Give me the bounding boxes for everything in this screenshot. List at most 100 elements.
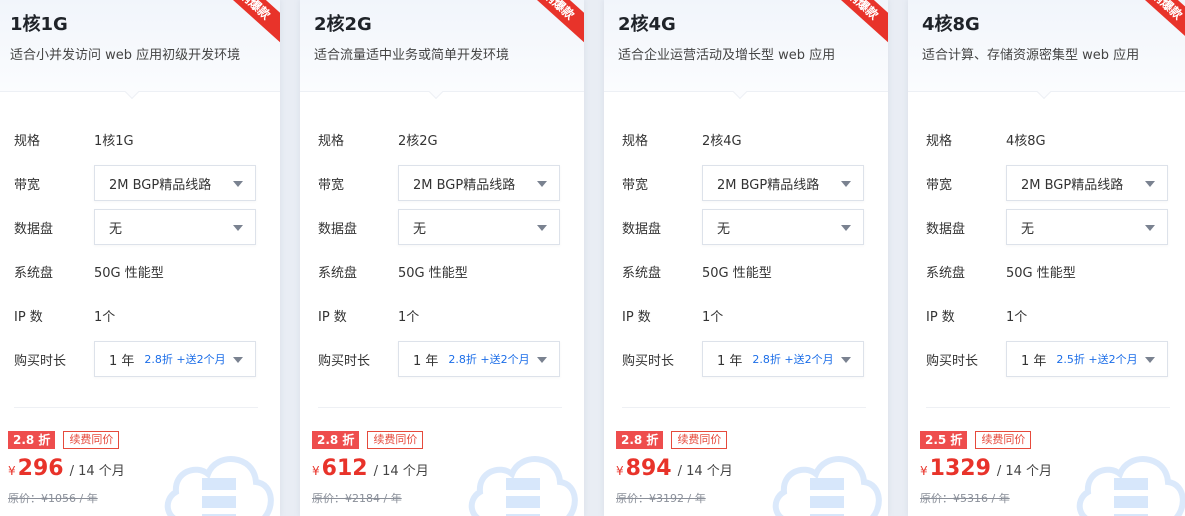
chevron-down-icon bbox=[233, 181, 243, 187]
discount-badge: 2.8 折 bbox=[616, 431, 664, 449]
spec-label: 规格 bbox=[622, 133, 649, 149]
bandwidth-select[interactable]: 2M BGP精品线路 bbox=[1006, 165, 1168, 201]
bandwidth-select[interactable]: 2M BGP精品线路 bbox=[702, 165, 864, 201]
price-period: / 14 个月 bbox=[677, 464, 733, 479]
duration-row: 购买时长 1 年 2.8折 +送2个月 bbox=[318, 341, 566, 377]
disk-row: 数据盘 无 bbox=[318, 209, 566, 245]
bandwidth-select[interactable]: 2M BGP精品线路 bbox=[398, 165, 560, 201]
price-period: / 14 个月 bbox=[69, 464, 125, 479]
spec-row: 规格 4核8G bbox=[926, 121, 1174, 157]
renew-badge: 续费同价 bbox=[63, 431, 120, 449]
card-header: 4核8G 适合计算、存储资源密集型 web 应用 销爆款 bbox=[908, 0, 1185, 100]
chevron-down-icon bbox=[841, 225, 851, 231]
duration-row: 购买时长 1 年 2.8折 +送2个月 bbox=[622, 341, 870, 377]
header-notch bbox=[732, 84, 748, 100]
card-description: 适合小并发访问 web 应用初级开发环境 bbox=[10, 48, 241, 63]
spec-value: 2核2G bbox=[398, 133, 438, 149]
disk-label: 数据盘 bbox=[622, 221, 662, 237]
card-description: 适合企业运营活动及增长型 web 应用 bbox=[618, 48, 836, 63]
card-description: 适合流量适中业务或简单开发环境 bbox=[314, 48, 510, 63]
duration-label: 购买时长 bbox=[318, 353, 371, 369]
duration-selected: 1 年 bbox=[413, 353, 439, 369]
price: ¥ 296 / 14 个月 bbox=[8, 456, 125, 481]
spec-value: 1核1G bbox=[94, 133, 134, 149]
ip-value: 1个 bbox=[702, 309, 724, 325]
price: ¥ 1329 / 14 个月 bbox=[920, 456, 1052, 481]
chevron-down-icon bbox=[537, 181, 547, 187]
system-disk-value: 50G 性能型 bbox=[1006, 265, 1076, 281]
disk-select[interactable]: 无 bbox=[94, 209, 256, 245]
chevron-down-icon bbox=[1145, 225, 1155, 231]
ip-value: 1个 bbox=[94, 309, 116, 325]
product-card: 2核4G 适合企业运营活动及增长型 web 应用 销爆款 规格 2核4G 带宽 … bbox=[604, 0, 888, 516]
system-disk-label: 系统盘 bbox=[622, 265, 662, 281]
card-header: 2核2G 适合流量适中业务或简单开发环境 销爆款 bbox=[300, 0, 584, 100]
card-title: 4核8G bbox=[922, 14, 980, 35]
cloud-server-icon bbox=[468, 456, 578, 516]
hot-sale-ribbon: 销爆款 bbox=[1118, 0, 1185, 50]
price-period: / 14 个月 bbox=[373, 464, 429, 479]
card-title: 2核2G bbox=[314, 14, 372, 35]
hot-sale-ribbon: 销爆款 bbox=[814, 0, 888, 50]
spec-label: 规格 bbox=[926, 133, 953, 149]
duration-promo: 2.8折 +送2个月 bbox=[448, 353, 530, 366]
chevron-down-icon bbox=[233, 357, 243, 363]
system-disk-row: 系统盘 50G 性能型 bbox=[14, 253, 262, 289]
disk-select[interactable]: 无 bbox=[1006, 209, 1168, 245]
ip-value: 1个 bbox=[1006, 309, 1028, 325]
duration-selected: 1 年 bbox=[717, 353, 743, 369]
ip-row: IP 数 1个 bbox=[622, 297, 870, 333]
bandwidth-row: 带宽 2M BGP精品线路 bbox=[14, 165, 262, 201]
card-header: 1核1G 适合小并发访问 web 应用初级开发环境 销爆款 bbox=[0, 0, 280, 100]
spec-label: 规格 bbox=[318, 133, 345, 149]
duration-select[interactable]: 1 年 2.8折 +送2个月 bbox=[94, 341, 256, 377]
duration-row: 购买时长 1 年 2.5折 +送2个月 bbox=[926, 341, 1174, 377]
spec-row: 规格 2核4G bbox=[622, 121, 870, 157]
bandwidth-selected: 2M BGP精品线路 bbox=[413, 177, 516, 193]
duration-select[interactable]: 1 年 2.8折 +送2个月 bbox=[702, 341, 864, 377]
system-disk-row: 系统盘 50G 性能型 bbox=[622, 253, 870, 289]
spec-value: 4核8G bbox=[1006, 133, 1046, 149]
card-title: 1核1G bbox=[10, 14, 68, 35]
currency-symbol: ¥ bbox=[920, 464, 928, 478]
ip-row: IP 数 1个 bbox=[14, 297, 262, 333]
duration-select[interactable]: 1 年 2.8折 +送2个月 bbox=[398, 341, 560, 377]
disk-label: 数据盘 bbox=[14, 221, 54, 237]
price-value: 1329 bbox=[929, 456, 991, 481]
price-value: 296 bbox=[17, 456, 64, 481]
discount-badge: 2.8 折 bbox=[312, 431, 360, 449]
renew-badge: 续费同价 bbox=[975, 431, 1032, 449]
price-period: / 14 个月 bbox=[996, 464, 1053, 479]
duration-promo: 2.5折 +送2个月 bbox=[1056, 353, 1138, 366]
bandwidth-label: 带宽 bbox=[318, 177, 345, 193]
badges: 2.8 折 续费同价 bbox=[616, 431, 728, 449]
disk-select[interactable]: 无 bbox=[702, 209, 864, 245]
chevron-down-icon bbox=[841, 357, 851, 363]
duration-select[interactable]: 1 年 2.5折 +送2个月 bbox=[1006, 341, 1168, 377]
card-title: 2核4G bbox=[618, 14, 676, 35]
chevron-down-icon bbox=[233, 225, 243, 231]
product-card: 1核1G 适合小并发访问 web 应用初级开发环境 销爆款 规格 1核1G 带宽… bbox=[0, 0, 280, 516]
original-price: 原价：¥2184 / 年 bbox=[312, 492, 402, 505]
price-value: 894 bbox=[625, 456, 672, 481]
card-header: 2核4G 适合企业运营活动及增长型 web 应用 销爆款 bbox=[604, 0, 888, 100]
duration-promo: 2.8折 +送2个月 bbox=[752, 353, 834, 366]
hot-sale-ribbon: 销爆款 bbox=[206, 0, 280, 50]
spec-label: 规格 bbox=[14, 133, 41, 149]
product-card: 2核2G 适合流量适中业务或简单开发环境 销爆款 规格 2核2G 带宽 2M B… bbox=[300, 0, 584, 516]
header-notch bbox=[1036, 84, 1052, 100]
chevron-down-icon bbox=[537, 225, 547, 231]
header-notch bbox=[124, 84, 140, 100]
divider bbox=[14, 407, 258, 408]
disk-row: 数据盘 无 bbox=[14, 209, 262, 245]
bandwidth-row: 带宽 2M BGP精品线路 bbox=[318, 165, 566, 201]
header-notch bbox=[428, 84, 444, 100]
disk-select[interactable]: 无 bbox=[398, 209, 560, 245]
ip-label: IP 数 bbox=[318, 309, 347, 325]
ip-label: IP 数 bbox=[14, 309, 43, 325]
bandwidth-select[interactable]: 2M BGP精品线路 bbox=[94, 165, 256, 201]
disk-selected: 无 bbox=[717, 221, 731, 237]
system-disk-row: 系统盘 50G 性能型 bbox=[926, 253, 1174, 289]
bandwidth-row: 带宽 2M BGP精品线路 bbox=[926, 165, 1174, 201]
bandwidth-label: 带宽 bbox=[926, 177, 953, 193]
